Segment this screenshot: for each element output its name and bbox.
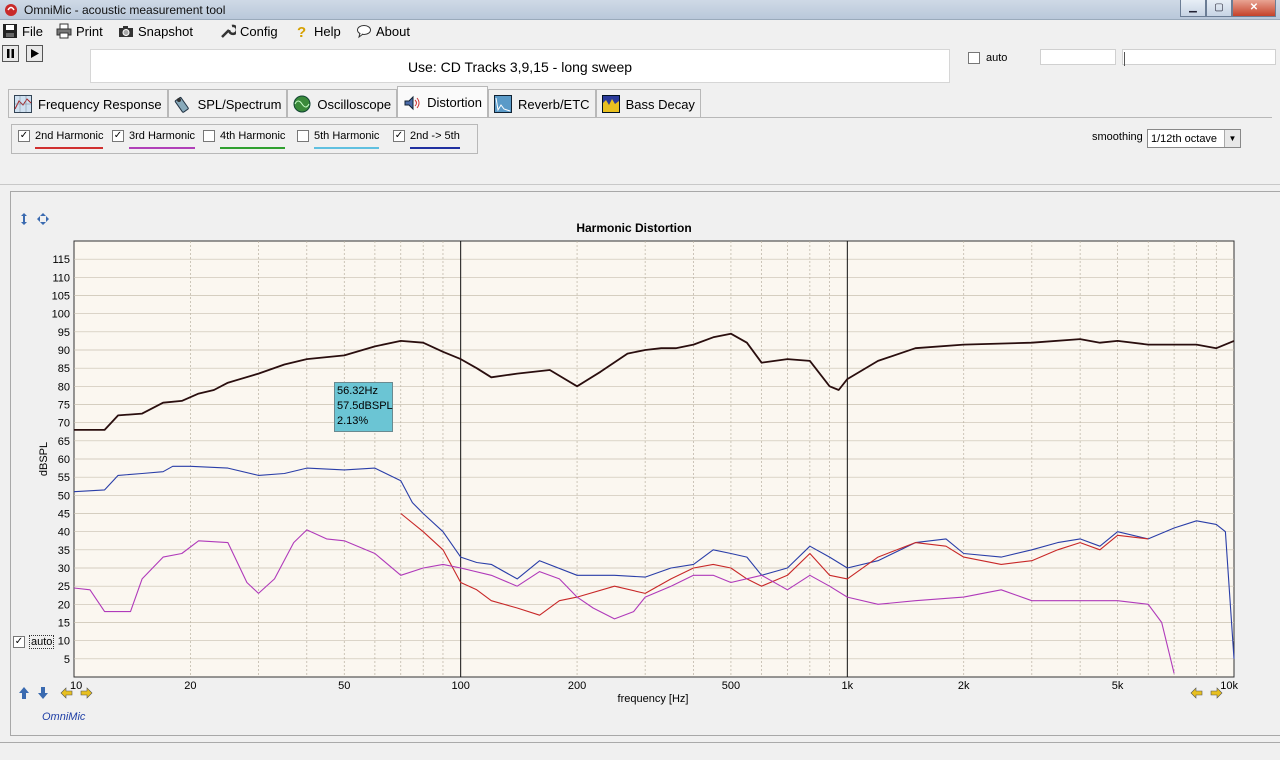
y-tick-label: 70 <box>58 418 70 430</box>
y-tick-label: 100 <box>52 309 70 321</box>
x-tick-label: 200 <box>568 680 586 692</box>
y-tick-label: 85 <box>58 363 70 375</box>
y-tick-label: 95 <box>58 327 70 339</box>
y-axis-ticks: 5 10 15 20 25 30 35 40 45 50 55 60 65 70 75 80 85 90 95 100… <box>52 254 70 666</box>
x-tick-label: 5k <box>1112 680 1124 692</box>
zoom-right-icon[interactable] <box>1209 686 1223 700</box>
auto-checkbox-bottom[interactable]: ✓ auto <box>13 635 55 649</box>
scroll-left-icon[interactable] <box>60 686 74 700</box>
omnimic-brand: OmniMic <box>42 711 86 723</box>
y-axis-label: dBSPL <box>38 442 50 476</box>
y-tick-label: 115 <box>52 254 70 266</box>
y-tick-label: 10 <box>58 636 70 648</box>
y-tick-label: 40 <box>58 527 70 539</box>
chart-title: Harmonic Distortion <box>576 221 691 235</box>
y-tick-label: 90 <box>58 345 70 357</box>
tooltip-percent: 2.13% <box>337 415 369 427</box>
y-tick-label: 55 <box>58 472 70 484</box>
y-tick-label: 20 <box>58 599 70 611</box>
x-tick-label: 100 <box>451 680 469 692</box>
y-tick-label: 15 <box>58 618 70 630</box>
y-tick-label: 110 <box>52 272 70 284</box>
zoom-left-icon[interactable] <box>1190 686 1204 700</box>
y-tick-label: 75 <box>58 400 70 412</box>
x-tick-label: 50 <box>338 680 350 692</box>
x-axis-ticks: 10 20 50 100 200 500 1k 2k 5k 10k <box>70 680 1238 692</box>
x-axis-label: frequency [Hz] <box>618 693 689 705</box>
y-tick-label: 25 <box>58 581 70 593</box>
auto-bottom-label: auto <box>29 635 55 649</box>
x-tick-label: 1k <box>842 680 854 692</box>
y-tick-label: 5 <box>64 654 70 666</box>
cursor-tooltip: 56.32Hz 57.5dBSPL 2.13% <box>334 382 393 432</box>
y-tick-label: 65 <box>58 436 70 448</box>
y-tick-label: 35 <box>58 545 70 557</box>
y-tick-label: 105 <box>52 291 70 303</box>
y-tick-label: 30 <box>58 563 70 575</box>
arrow-up-icon[interactable] <box>17 686 31 700</box>
y-tick-label: 50 <box>58 490 70 502</box>
x-tick-label: 20 <box>184 680 196 692</box>
tooltip-level: 57.5dBSPL <box>337 400 393 412</box>
scroll-right-icon[interactable] <box>79 686 93 700</box>
tooltip-frequency: 56.32Hz <box>337 385 378 397</box>
x-tick-label: 2k <box>958 680 970 692</box>
harmonic-distortion-chart[interactable]: Harmonic Distortion 51015202530354045505… <box>0 0 1280 760</box>
arrow-down-icon[interactable] <box>36 686 50 700</box>
status-bar <box>0 742 1280 760</box>
auto-bottom-checkbox[interactable]: ✓ <box>13 636 25 648</box>
y-tick-label: 80 <box>58 381 70 393</box>
x-tick-label: 500 <box>722 680 740 692</box>
y-tick-label: 45 <box>58 509 70 521</box>
y-tick-label: 60 <box>58 454 70 466</box>
